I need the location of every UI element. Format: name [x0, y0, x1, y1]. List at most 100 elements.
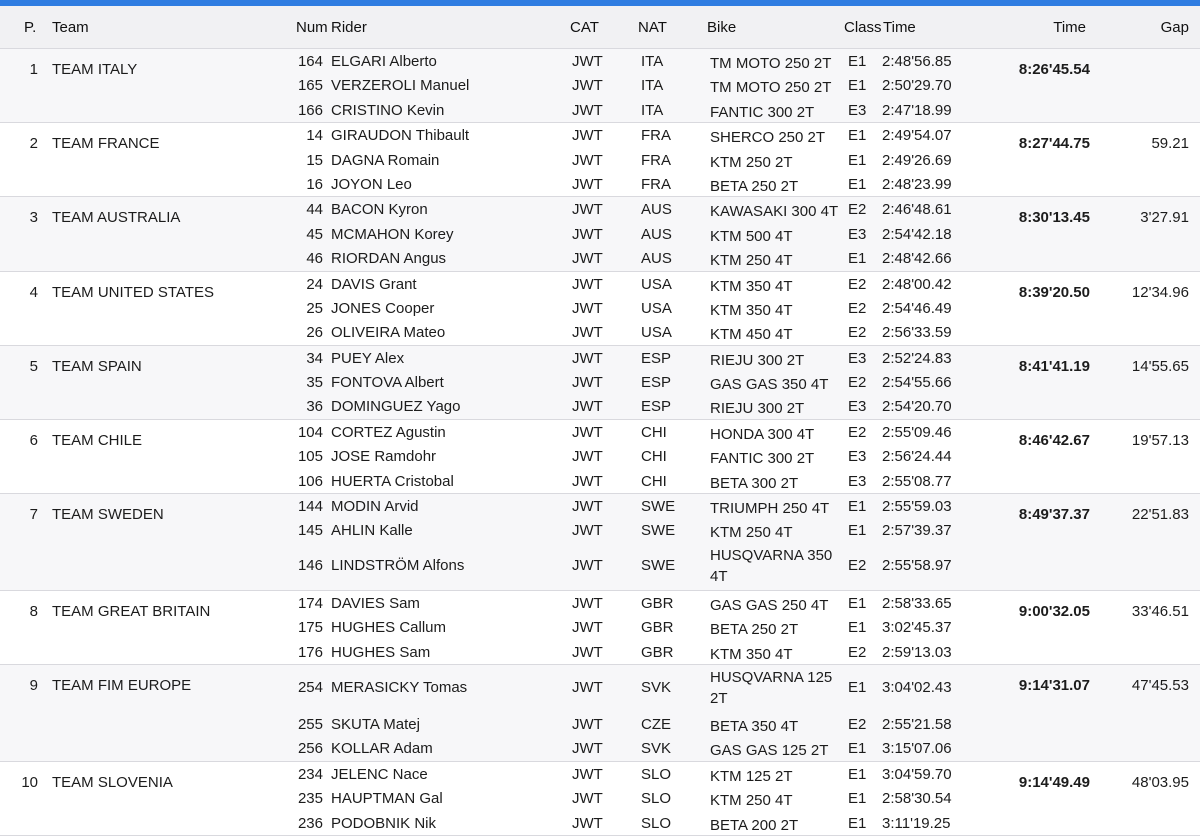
rider-bike: TM MOTO 250 2T	[710, 55, 832, 72]
rider-nationality: SWE	[641, 498, 676, 516]
rider-bike: GAS GAS 125 2T	[710, 742, 829, 760]
rider-time: 2:55'21.58	[882, 715, 952, 733]
rider-name[interactable]: DOMINGUEZ Yago	[331, 398, 460, 415]
rider-class: E3	[848, 101, 867, 119]
rider-class: E3	[848, 448, 867, 466]
team-row[interactable]: 10 TEAM SLOVENIA 9:14'49.49 48'03.95 234 JELE…	[0, 761, 1200, 836]
rider-name[interactable]: LINDSTRÖM Alfons	[331, 557, 464, 574]
rider-name[interactable]: JOYON Leo	[331, 176, 412, 193]
rider-class: E1	[848, 740, 867, 758]
rider-name[interactable]: MCMAHON Korey	[331, 226, 454, 243]
rider-category: JWT	[572, 225, 603, 243]
rider-class: E2	[848, 374, 867, 392]
rider-category: JWT	[572, 299, 603, 317]
rider-class: E3	[848, 225, 867, 243]
team-row[interactable]: 1 TEAM ITALY 8:26'45.54 164 ELGARI Alberto JW…	[0, 49, 1200, 124]
rider-class: E1	[848, 498, 867, 516]
rider-name[interactable]: RIORDAN Angus	[331, 250, 446, 267]
rider-time: 2:52'24.83	[882, 349, 952, 367]
header-gap[interactable]: Gap	[1161, 19, 1189, 36]
team-row[interactable]: 7 TEAM SWEDEN 8:49'37.37 22'51.83 144 MODIN A…	[0, 494, 1200, 591]
rider-row: 46 RIORDAN Angus JWT AUS KTM 250 4T E1 2:48'42…	[0, 246, 1200, 270]
rider-class: E1	[848, 678, 867, 696]
header-rider[interactable]: Rider	[331, 19, 367, 36]
rider-row: 165 VERZEROLI Manuel JWT ITA TM MOTO 250 2T E…	[0, 73, 1200, 97]
rider-time: 3:15'07.06	[882, 740, 952, 758]
rider-row: 14 GIRAUDON Thibault JWT FRA SHERCO 250 2T E1…	[0, 123, 1200, 147]
rider-name[interactable]: DAVIES Sam	[331, 595, 420, 612]
rider-row: 106 HUERTA Cristobal JWT CHI BETA 300 2T E3 2:…	[0, 469, 1200, 493]
rider-name[interactable]: HUGHES Callum	[331, 619, 446, 636]
rider-name[interactable]: OLIVEIRA Mateo	[331, 324, 445, 341]
rider-name[interactable]: CRISTINO Kevin	[331, 102, 444, 119]
rider-nationality: CHI	[641, 423, 667, 441]
rider-category: JWT	[572, 398, 603, 416]
team-row[interactable]: 4 TEAM UNITED STATES 8:39'20.50 12'34.96 24 D…	[0, 271, 1200, 346]
header-team-time[interactable]: Time	[1053, 19, 1086, 36]
header-number[interactable]: Num	[296, 19, 328, 36]
rider-row: 35 FONTOVA Albert JWT ESP GAS GAS 350 4T E2 2:…	[0, 370, 1200, 394]
header-nationality[interactable]: NAT	[638, 19, 667, 36]
header-category[interactable]: CAT	[570, 19, 599, 36]
team-row[interactable]: 6 TEAM CHILE 8:46'42.67 19'57.13 104 CORTEZ A…	[0, 419, 1200, 495]
rider-time: 2:48'00.42	[882, 275, 952, 293]
rider-category: JWT	[572, 643, 603, 661]
team-row[interactable]: 5 TEAM SPAIN 8:41'41.19 14'55.65 34 PUEY Alex…	[0, 345, 1200, 420]
header-bike[interactable]: Bike	[707, 19, 736, 36]
rider-name[interactable]: AHLIN Kalle	[331, 522, 413, 539]
rider-category: JWT	[572, 275, 603, 293]
rider-row: 104 CORTEZ Agustin JWT CHI HONDA 300 4T E2 2:5…	[0, 420, 1200, 444]
rider-category: JWT	[572, 77, 603, 95]
rider-bike: TM MOTO 250 2T	[710, 79, 832, 97]
rider-time: 2:54'55.66	[882, 374, 952, 392]
rider-name[interactable]: MODIN Arvid	[331, 498, 419, 515]
rider-number: 175	[297, 619, 323, 637]
rider-nationality: GBR	[641, 619, 674, 637]
rider-class: E1	[848, 765, 867, 783]
rider-category: JWT	[572, 594, 603, 612]
rider-bike: KTM 250 4T	[710, 792, 793, 810]
rider-row: 175 HUGHES Callum JWT GBR BETA 250 2T E1 3:02'…	[0, 615, 1200, 639]
rider-name[interactable]: MERASICKY Tomas	[331, 679, 467, 696]
rider-nationality: ITA	[641, 53, 664, 70]
rider-name[interactable]: VERZEROLI Manuel	[331, 77, 469, 94]
rider-name[interactable]: DAGNA Romain	[331, 152, 439, 169]
team-row[interactable]: 3 TEAM AUSTRALIA 8:30'13.45 3'27.91 44 BACON …	[0, 197, 1200, 272]
rider-name[interactable]: BACON Kyron	[331, 201, 428, 218]
rider-bike: KTM 250 2T	[710, 153, 793, 171]
rider-name[interactable]: DAVIS Grant	[331, 276, 417, 293]
rider-name[interactable]: FONTOVA Albert	[331, 374, 444, 391]
rider-name[interactable]: JELENC Nace	[331, 766, 428, 783]
rider-name[interactable]: JOSE Ramdohr	[331, 448, 436, 465]
rider-name[interactable]: SKUTA Matej	[331, 716, 420, 733]
rider-name[interactable]: JONES Cooper	[331, 300, 434, 317]
team-row[interactable]: 9 TEAM FIM EUROPE 9:14'31.07 47'45.53 254 MER…	[0, 664, 1200, 762]
rider-row: 234 JELENC Nace JWT SLO KTM 125 2T E1 3:04'59.…	[0, 762, 1200, 786]
rider-category: JWT	[572, 765, 603, 783]
rider-time: 2:58'30.54	[882, 790, 952, 808]
rider-name[interactable]: HUGHES Sam	[331, 644, 430, 661]
rider-name[interactable]: HUERTA Cristobal	[331, 473, 454, 490]
rider-name[interactable]: PODOBNIK Nik	[331, 815, 436, 832]
rider-class: E1	[848, 619, 867, 637]
rider-number: 254	[297, 678, 323, 696]
rider-class: E1	[848, 127, 867, 145]
rider-name[interactable]: CORTEZ Agustin	[331, 424, 446, 441]
rider-category: JWT	[572, 423, 603, 441]
rider-nationality: CHI	[641, 472, 667, 490]
rider-name[interactable]: GIRAUDON Thibault	[331, 127, 469, 144]
rider-name[interactable]: HAUPTMAN Gal	[331, 790, 443, 807]
team-row[interactable]: 2 TEAM FRANCE 8:27'44.75 59.21 14 GIRAUDON Th…	[0, 123, 1200, 198]
rider-category: JWT	[572, 498, 603, 516]
header-position[interactable]: P.	[24, 19, 36, 36]
rider-nationality: USA	[641, 299, 672, 317]
team-row[interactable]: 8 TEAM GREAT BRITAIN 9:00'32.05 33'46.51 174…	[0, 590, 1200, 665]
header-team[interactable]: Team	[52, 19, 89, 36]
rider-row: 176 HUGHES Sam JWT GBR KTM 350 4T E2 2:59'13.0…	[0, 640, 1200, 664]
header-rider-time[interactable]: Time	[883, 19, 916, 36]
rider-name[interactable]: ELGARI Alberto	[331, 53, 437, 70]
rider-number: 35	[306, 374, 323, 392]
rider-name[interactable]: KOLLAR Adam	[331, 740, 433, 757]
rider-name[interactable]: PUEY Alex	[331, 350, 404, 367]
header-class[interactable]: Class	[844, 19, 882, 36]
